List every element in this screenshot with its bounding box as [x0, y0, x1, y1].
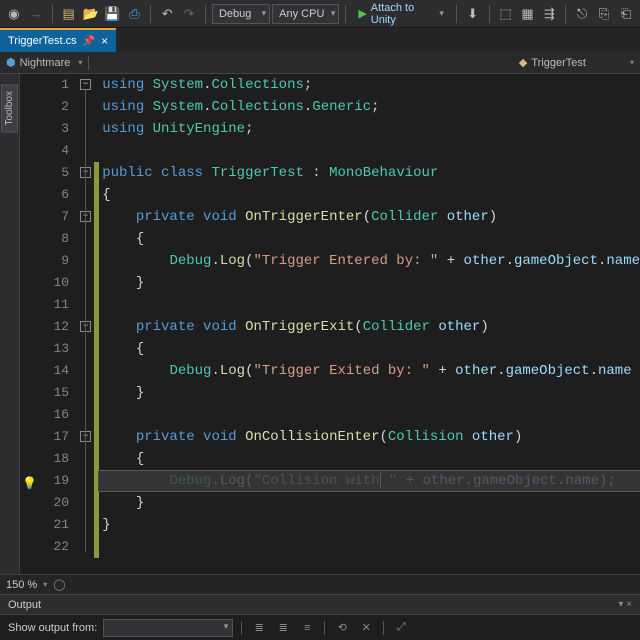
toolbar-icon-a[interactable]: ⬇ [463, 3, 483, 25]
side-toolbox: Toolbox [0, 74, 20, 574]
line-number: 5 [20, 162, 69, 184]
code-line[interactable]: } [98, 272, 640, 294]
line-number: 8 [20, 228, 69, 250]
line-number: 7 [20, 206, 69, 228]
main-toolbar: ◉ → ▤ 📂 💾 ⎙ ↶ ↷ Debug Any CPU ▶ Attach t… [0, 0, 640, 28]
project-crumb[interactable]: ⬢ Nightmare ▾ [0, 52, 88, 73]
output-header: Output ▾ × [0, 594, 640, 614]
undo-icon[interactable]: ↶ [157, 3, 177, 25]
output-icon-c[interactable]: ≡ [298, 622, 316, 634]
class-name: TriggerTest [531, 57, 586, 69]
tab-bar: TriggerTest.cs 📌 × [0, 28, 640, 52]
csharp-icon: ⬢ [6, 56, 16, 69]
fold-toggle[interactable]: − [80, 79, 91, 90]
line-number: 4 [20, 140, 69, 162]
code-line[interactable]: private void OnTriggerEnter(Collider oth… [98, 206, 640, 228]
code-line[interactable]: Debug.Log("Trigger Entered by: " + other… [98, 250, 640, 272]
redo-icon[interactable]: ↷ [179, 3, 199, 25]
lightbulb-icon[interactable]: 💡 [22, 473, 36, 487]
output-icon-b[interactable]: ≣ [274, 621, 292, 634]
toolbar-icon-g[interactable]: ⎗ [616, 3, 636, 25]
line-number: 12 [20, 316, 69, 338]
tab-filename: TriggerTest.cs [8, 35, 77, 47]
code-line[interactable] [98, 404, 640, 426]
zoom-dropdown-icon[interactable]: ▾ [43, 580, 47, 589]
toolbar-icon-e[interactable]: ⎋ [572, 3, 592, 25]
code-line[interactable]: } [98, 492, 640, 514]
line-number: 17 [20, 426, 69, 448]
toolbox-tab[interactable]: Toolbox [1, 84, 18, 132]
line-number: 16 [20, 404, 69, 426]
new-project-icon[interactable]: ▤ [59, 3, 79, 25]
output-icon-d[interactable]: ⟲ [333, 621, 351, 634]
nav-forward-icon[interactable]: → [26, 3, 46, 25]
line-number: 18 [20, 448, 69, 470]
open-file-icon[interactable]: 📂 [81, 3, 101, 25]
code-line[interactable]: Debug.Log("Collision with " + other.game… [98, 470, 640, 492]
class-icon: ◆ [519, 56, 527, 69]
code-line[interactable] [98, 140, 640, 162]
code-line[interactable]: { [98, 184, 640, 206]
code-line[interactable]: } [98, 382, 640, 404]
nav-back-icon[interactable]: ◉ [4, 3, 24, 25]
toolbar-icon-c[interactable]: ▦ [518, 3, 538, 25]
play-icon: ▶ [358, 7, 366, 20]
platform-dropdown[interactable]: Any CPU [272, 4, 339, 24]
code-line[interactable]: public class TriggerTest : MonoBehaviour [98, 162, 640, 184]
code-line[interactable]: private void OnCollisionEnter(Collision … [98, 426, 640, 448]
toolbar-icon-b[interactable]: ⬚ [496, 3, 516, 25]
line-number: 2 [20, 96, 69, 118]
file-tab[interactable]: TriggerTest.cs 📌 × [0, 28, 116, 52]
toolbar-icon-f[interactable]: ⎘ [594, 3, 614, 25]
pin-icon[interactable]: 📌 [83, 36, 95, 47]
zoom-bar: 150 % ▾ ◯ [0, 574, 640, 594]
code-line[interactable] [98, 294, 640, 316]
line-number: 3 [20, 118, 69, 140]
close-tab-icon[interactable]: × [101, 34, 108, 48]
code-line[interactable]: using System.Collections; [98, 74, 640, 96]
line-number: 15 [20, 382, 69, 404]
output-label: Show output from: [8, 622, 97, 634]
config-dropdown[interactable]: Debug [212, 4, 270, 24]
zoom-level[interactable]: 150 % [6, 579, 37, 591]
line-number: 11 [20, 294, 69, 316]
code-line[interactable]: { [98, 448, 640, 470]
line-number: 13 [20, 338, 69, 360]
code-line[interactable]: { [98, 338, 640, 360]
line-number: 14 [20, 360, 69, 382]
code-line[interactable]: using System.Collections.Generic; [98, 96, 640, 118]
issues-icon[interactable]: ◯ [53, 578, 65, 591]
run-button[interactable]: ▶ Attach to Unity ▾ [352, 4, 450, 24]
code-editor[interactable]: 12345678910111213141516171819202122💡 −−−… [20, 74, 640, 574]
code-line[interactable]: using UnityEngine; [98, 118, 640, 140]
line-number: 21 [20, 514, 69, 536]
line-number: 1 [20, 74, 69, 96]
toolbar-icon-d[interactable]: ⇶ [539, 3, 559, 25]
line-number: 22 [20, 536, 69, 558]
line-number: 6 [20, 184, 69, 206]
run-label: Attach to Unity [371, 2, 434, 26]
output-title: Output [8, 599, 41, 611]
class-crumb[interactable]: ◆ TriggerTest ▾ [513, 52, 640, 73]
save-all-icon[interactable]: ⎙ [124, 3, 144, 25]
line-number: 9 [20, 250, 69, 272]
line-number: 20 [20, 492, 69, 514]
output-source-dropdown[interactable] [103, 619, 233, 637]
save-icon[interactable]: 💾 [103, 3, 123, 25]
output-pin-icon[interactable]: ▾ × [618, 599, 632, 610]
output-toolbar: Show output from: ≣ ≣ ≡ ⟲ ✕ ⤢ [0, 614, 640, 640]
nav-bar: ⬢ Nightmare ▾ ◆ TriggerTest ▾ [0, 52, 640, 74]
code-line[interactable] [98, 536, 640, 558]
code-line[interactable]: } [98, 514, 640, 536]
line-number: 10 [20, 272, 69, 294]
code-line[interactable]: private void OnTriggerExit(Collider othe… [98, 316, 640, 338]
project-name: Nightmare [20, 57, 71, 69]
output-icon-e[interactable]: ⤢ [392, 621, 410, 634]
output-icon-a[interactable]: ≣ [250, 621, 268, 634]
output-clear-icon[interactable]: ✕ [357, 621, 375, 634]
code-line[interactable]: { [98, 228, 640, 250]
code-line[interactable]: Debug.Log("Trigger Exited by: " + other.… [98, 360, 640, 382]
